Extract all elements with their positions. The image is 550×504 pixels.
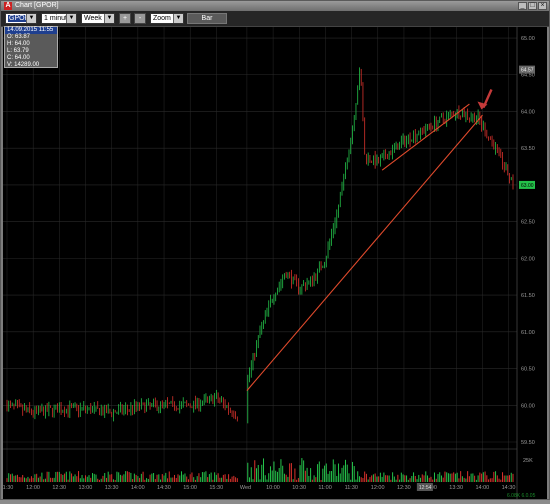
interval-select[interactable]: 1 minute ▼ xyxy=(41,13,77,24)
zoom-out-button[interactable]: - xyxy=(134,13,146,24)
bar-button[interactable]: Bar xyxy=(187,13,227,24)
toolbar: GPOR ▼ 1 minute ▼ Week ▼ + - Zoom ▼ Bar xyxy=(1,11,549,27)
price-tick-label: 63.50 xyxy=(521,146,535,152)
zoom-in-button[interactable]: + xyxy=(119,13,131,24)
time-tick-label: 12:30 xyxy=(52,485,66,491)
trendline xyxy=(246,114,483,391)
ohlc-low: L: 63.79 xyxy=(7,48,29,54)
time-tick-label: 13:30 xyxy=(105,485,119,491)
time-tick-label: 14:30 xyxy=(157,485,171,491)
price-tick-label: 59.50 xyxy=(521,440,535,446)
chevron-down-icon[interactable]: ▼ xyxy=(173,14,183,23)
chevron-down-icon[interactable]: ▼ xyxy=(104,14,114,23)
title-bar[interactable]: A Chart [GPOR] _ □ × xyxy=(1,1,549,11)
time-tick-label: 11:30 xyxy=(345,485,358,491)
cursor-time-label: 12:54 xyxy=(419,485,432,491)
ohlc-volume: V: 14289.00 xyxy=(7,62,40,68)
price-tick-label: 64.00 xyxy=(521,109,535,115)
close-icon[interactable]: × xyxy=(538,2,547,10)
chart-area[interactable]: 65.00 64.50 64.00 63.50 63.00 62.50 62.00 61.50… xyxy=(0,27,547,499)
time-tick-label: 11:30 xyxy=(3,485,13,491)
time-tick-label: 10:30 xyxy=(292,485,306,491)
chevron-down-icon[interactable]: ▼ xyxy=(26,14,36,23)
last-price-label: 63.00 xyxy=(521,183,534,189)
ohlc-close: C: 64.00 xyxy=(7,55,30,61)
high-price-label: 64.57 xyxy=(521,68,534,74)
price-chart[interactable]: 65.00 64.50 64.00 63.50 63.00 62.50 62.00 61.50… xyxy=(0,27,547,499)
time-tick-label: 12:30 xyxy=(397,485,411,491)
price-tick-label: 65.00 xyxy=(521,36,535,42)
time-tick-label: 10:00 xyxy=(266,485,280,491)
time-tick-label: 15:30 xyxy=(209,485,223,491)
zoom-value: Zoom xyxy=(153,15,171,22)
time-tick-label: 12:00 xyxy=(26,485,40,491)
chart-window: A Chart [GPOR] _ □ × GPOR ▼ 1 minute ▼ W… xyxy=(0,0,550,500)
window-title: Chart [GPOR] xyxy=(15,2,59,9)
time-tick-label: 14:00 xyxy=(475,485,489,491)
price-tick-label: 60.00 xyxy=(521,403,535,409)
zoom-select[interactable]: Zoom ▼ xyxy=(150,13,184,24)
price-series xyxy=(6,67,514,424)
time-axis: 11:30 12:00 12:30 13:00 13:30 14:00 14:30 15:00… xyxy=(0,483,536,499)
time-tick-label: 13:00 xyxy=(79,485,93,491)
time-tick-label: Wed xyxy=(240,485,251,491)
price-tick-label: 62.00 xyxy=(521,256,535,262)
ohlc-info-panel: 14.09.2015 11:55 O: 63.87 H: 64.00 L: 63… xyxy=(4,26,58,68)
range-select[interactable]: Week ▼ xyxy=(81,13,115,24)
maximize-icon[interactable]: □ xyxy=(528,2,537,10)
time-tick-label: 14:30 xyxy=(502,485,516,491)
app-icon: A xyxy=(4,2,12,10)
price-tick-label: 60.50 xyxy=(521,367,535,373)
symbol-select[interactable]: GPOR ▼ xyxy=(5,13,37,24)
footer-status: 6.08K 6.0.05 xyxy=(507,493,536,499)
time-tick-label: 15:00 xyxy=(183,485,197,491)
time-tick-label: 14:00 xyxy=(131,485,145,491)
volume-bars xyxy=(6,458,514,482)
price-tick-label: 64.50 xyxy=(521,73,535,79)
time-tick-label: 12:00 xyxy=(371,485,385,491)
time-tick-label: 11:00 xyxy=(318,485,331,491)
time-tick-label: 13:30 xyxy=(449,485,463,491)
ohlc-high: H: 64.00 xyxy=(7,41,30,47)
ohlc-open: O: 63.87 xyxy=(7,34,31,40)
price-tick-label: 61.00 xyxy=(521,330,535,336)
chevron-down-icon[interactable]: ▼ xyxy=(66,14,76,23)
annotations xyxy=(246,88,493,391)
price-axis: 65.00 64.50 64.00 63.50 63.00 62.50 62.00 61.50… xyxy=(516,27,535,499)
minimize-icon[interactable]: _ xyxy=(518,2,527,10)
range-value: Week xyxy=(84,15,102,22)
volume-axis-label: 25K xyxy=(523,458,533,464)
ohlc-header: 14.09.2015 11:55 xyxy=(5,27,57,34)
price-tick-label: 62.50 xyxy=(521,220,535,226)
price-tick-label: 61.50 xyxy=(521,293,535,299)
